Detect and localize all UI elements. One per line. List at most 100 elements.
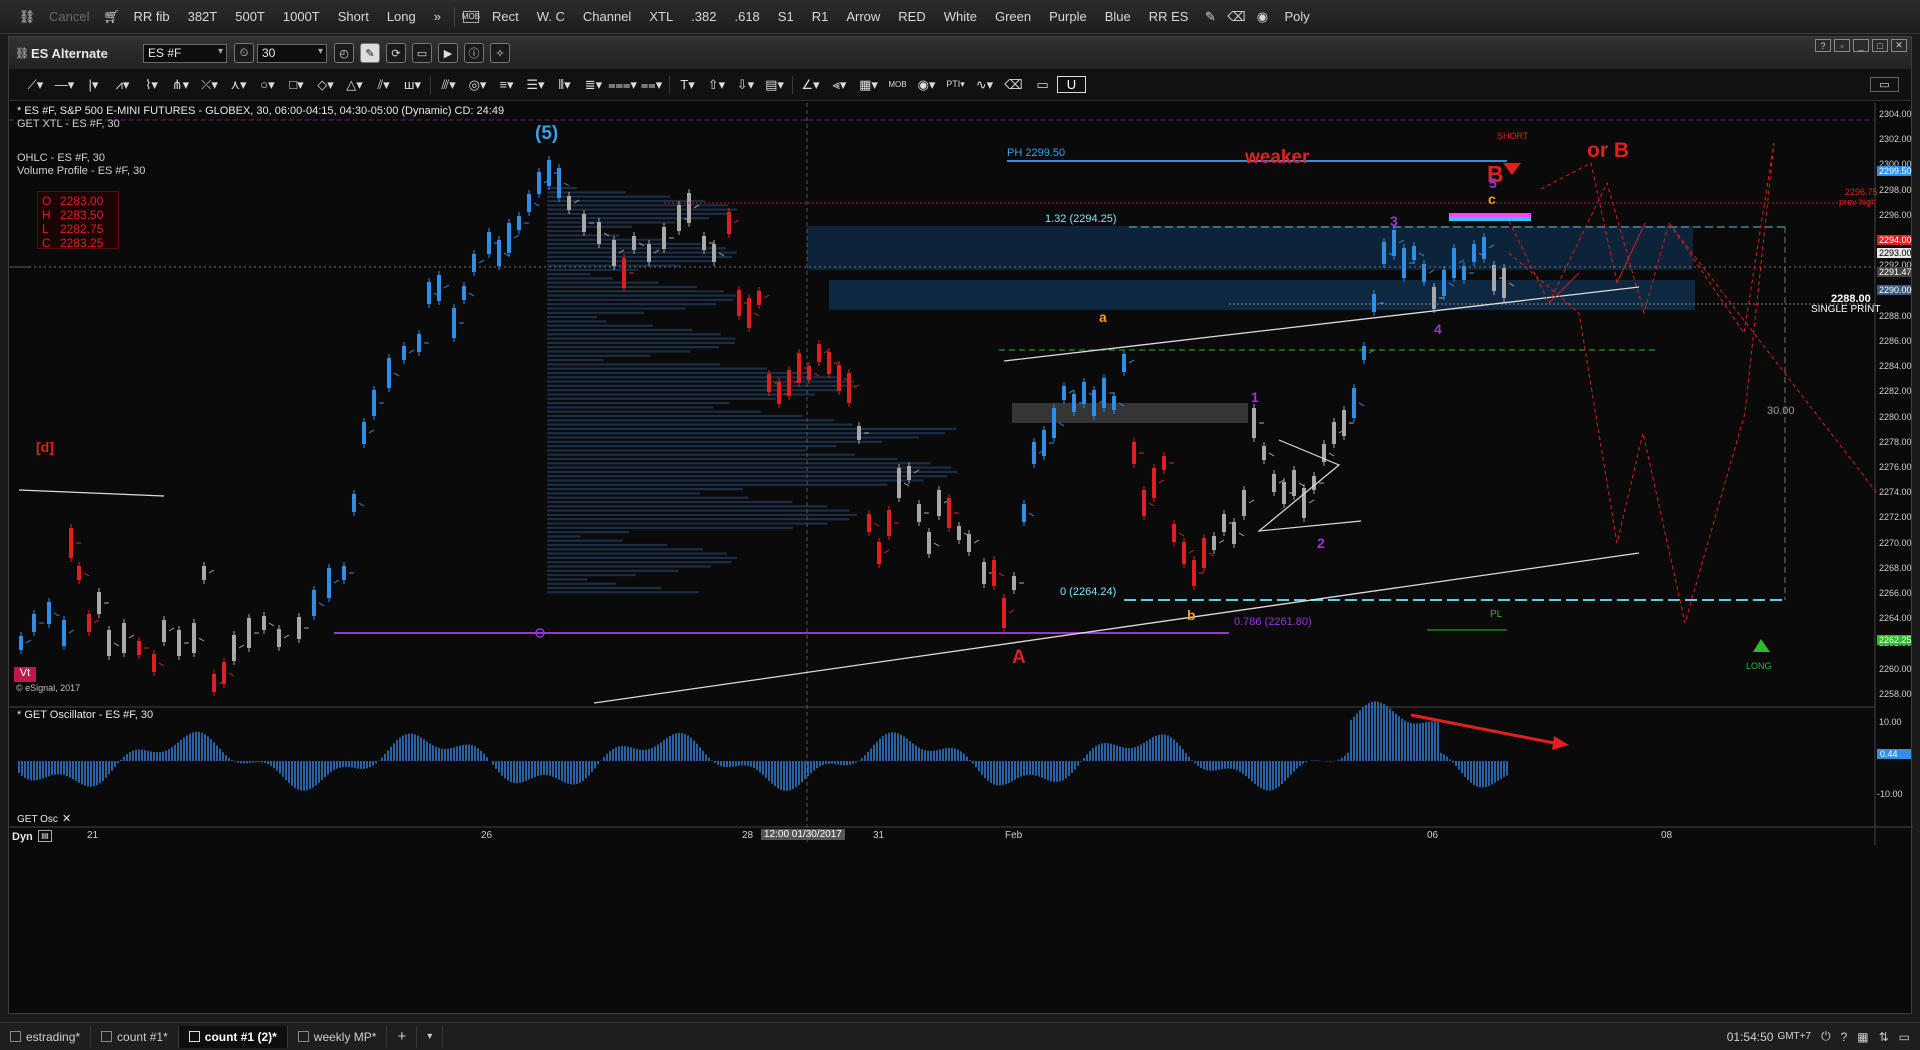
s1-button[interactable]: S1 [769,9,803,24]
382t-button[interactable]: 382T [179,9,227,24]
tab-checkbox[interactable] [101,1031,113,1042]
clock-icon[interactable]: ⏲ [234,43,254,63]
maximize-icon[interactable]: □ [1872,39,1888,52]
line-tool-icon[interactable]: ⟋▾ [21,77,50,93]
tab-weekly-mp[interactable]: weekly MP* [288,1025,388,1048]
power-icon[interactable]: ⏻ [1821,1029,1831,1044]
purple-button[interactable]: Purple [1040,9,1096,24]
rr-es-button[interactable]: RR ES [1140,9,1198,24]
tab-count-1-2[interactable]: count #1 (2)* [178,1025,288,1048]
play-icon[interactable]: ▶ [438,43,458,63]
interval-select[interactable]: 30 [257,43,327,63]
connection-icon[interactable]: ▦ [1857,1030,1868,1044]
tab-checkbox[interactable] [188,1031,200,1042]
quote-icon[interactable]: ▭ [412,43,432,63]
comment-tool-icon[interactable]: ▭ [1028,77,1057,93]
expand-icon[interactable]: ▭ [1899,1030,1910,1044]
angle-tool-icon[interactable]: ∠▾ [796,77,825,93]
float-icon[interactable]: ▫ [1834,39,1850,52]
fib-zone-tool-icon[interactable]: ⩵▾ [637,77,666,93]
fib-time-tool-icon[interactable]: ⦀▾ [550,77,579,93]
timer-icon[interactable]: ◴ [334,43,354,63]
500t-button[interactable]: 500T [226,9,274,24]
gann-tool-icon[interactable]: ⪡▾ [825,77,854,93]
pitchfork-tool-icon[interactable]: ⋏▾ [224,77,253,93]
info-icon[interactable]: ⓘ [464,43,484,63]
network-icon[interactable]: ⇅ [1879,1030,1889,1044]
blue-button[interactable]: Blue [1096,9,1140,24]
arrow-up-tool-icon[interactable]: ⇧▾ [702,77,731,93]
ellipse-tool-icon[interactable]: ○▾ [253,77,282,93]
hline-tool-icon[interactable]: —▾ [50,77,79,93]
close-icon[interactable]: ✕ [1891,39,1907,52]
link-icon[interactable]: ⛓ [18,8,36,26]
rr-fib-button[interactable]: RR fib [124,9,178,24]
minimize-icon[interactable]: _ [1853,39,1869,52]
rect-button[interactable]: Rect [483,9,528,24]
eraser-icon[interactable]: ⌫ [1227,8,1245,26]
target-tool-icon[interactable]: ◎▾ [463,77,492,93]
xtl-button[interactable]: XTL [640,9,682,24]
fib-arc-tool-icon[interactable]: ⩶▾ [608,77,637,93]
zigzag-tool-icon[interactable]: ⌇▾ [137,77,166,93]
pen-icon[interactable]: ✎ [1201,8,1219,26]
vline-tool-icon[interactable]: |▾ [79,77,108,93]
green-button[interactable]: Green [986,9,1040,24]
tab-checkbox[interactable] [10,1031,21,1042]
help-icon[interactable]: ? [1841,1030,1848,1044]
wc-button[interactable]: W. C [528,9,574,24]
text-tool-icon[interactable]: T▾ [673,77,702,93]
eye-tool-icon[interactable]: ◉▾ [912,77,941,93]
more-button[interactable]: » [425,9,450,24]
symbol-input[interactable]: ES #F [143,43,227,63]
refresh-icon[interactable]: ⟳ [386,43,406,63]
1000t-button[interactable]: 1000T [274,9,329,24]
red-button[interactable]: RED [889,9,934,24]
osc-panel-close-icon[interactable]: ✕ [62,812,71,825]
add-tab-button[interactable]: + [387,1025,418,1048]
long-button[interactable]: Long [378,9,425,24]
tab-estrading[interactable]: estrading* [0,1025,92,1048]
regression-tool-icon[interactable]: ⫻▾ [434,77,463,93]
wave-tool-icon[interactable]: ⩘▾ [108,77,137,93]
erase-tool-icon[interactable]: ⌫ [999,77,1028,93]
box-tool-icon[interactable]: ▤▾ [760,77,789,93]
tab-menu-icon[interactable]: ▾ [417,1025,444,1048]
cancel-button[interactable]: Cancel [40,9,98,24]
magic-icon[interactable]: ✧ [490,43,510,63]
panel-menu-icon[interactable]: ▭ [1870,77,1899,92]
magnet-icon[interactable]: U [1057,76,1086,93]
help-icon[interactable]: ? [1815,39,1831,52]
rectangle-tool-icon[interactable]: □▾ [282,77,311,93]
link-icon[interactable]: ⛓ [15,47,31,60]
fib-ext-tool-icon[interactable]: ☰▾ [521,77,550,93]
arrow-button[interactable]: Arrow [837,9,889,24]
mob-tool-icon[interactable]: MOB [883,80,912,89]
diamond-tool-icon[interactable]: ◇▾ [311,77,340,93]
fib-retrace-tool-icon[interactable]: ≡▾ [492,77,521,93]
sine-tool-icon[interactable]: ∿▾ [970,77,999,93]
fib-fan-tool-icon[interactable]: ≣▾ [579,77,608,93]
chart-area[interactable]: * ES #F, S&P 500 E-MINI FUTURES - GLOBEX… [9,103,1913,979]
channel-tool-icon[interactable]: ⫽▾ [369,77,398,93]
cross-tool-icon[interactable]: ⤫▾ [195,77,224,93]
eye-icon[interactable]: ◉ [1253,8,1271,26]
r1-button[interactable]: R1 [803,9,838,24]
white-button[interactable]: White [935,9,986,24]
triangle-tool-icon[interactable]: △▾ [340,77,369,93]
price-chart[interactable] [9,103,1913,979]
grid-tool-icon[interactable]: ▦▾ [854,77,883,93]
tab-count-1[interactable]: count #1* [91,1025,179,1048]
tab-checkbox[interactable] [297,1031,309,1042]
cart-icon[interactable]: 🛒︎ [102,8,120,26]
fib-618-button[interactable]: .618 [725,9,768,24]
cycle-tool-icon[interactable]: ш▾ [398,77,427,93]
draw-pen-icon[interactable]: ✎ [360,43,380,63]
mob-icon[interactable]: MOB [462,10,480,23]
fork-tool-icon[interactable]: ⋔▾ [166,77,195,93]
channel-button[interactable]: Channel [574,9,640,24]
pti-tool-icon[interactable]: PTI▾ [941,79,970,90]
fib-382-button[interactable]: .382 [682,9,725,24]
arrow-down-tool-icon[interactable]: ⇩▾ [731,77,760,93]
poly-button[interactable]: Poly [1275,9,1318,24]
